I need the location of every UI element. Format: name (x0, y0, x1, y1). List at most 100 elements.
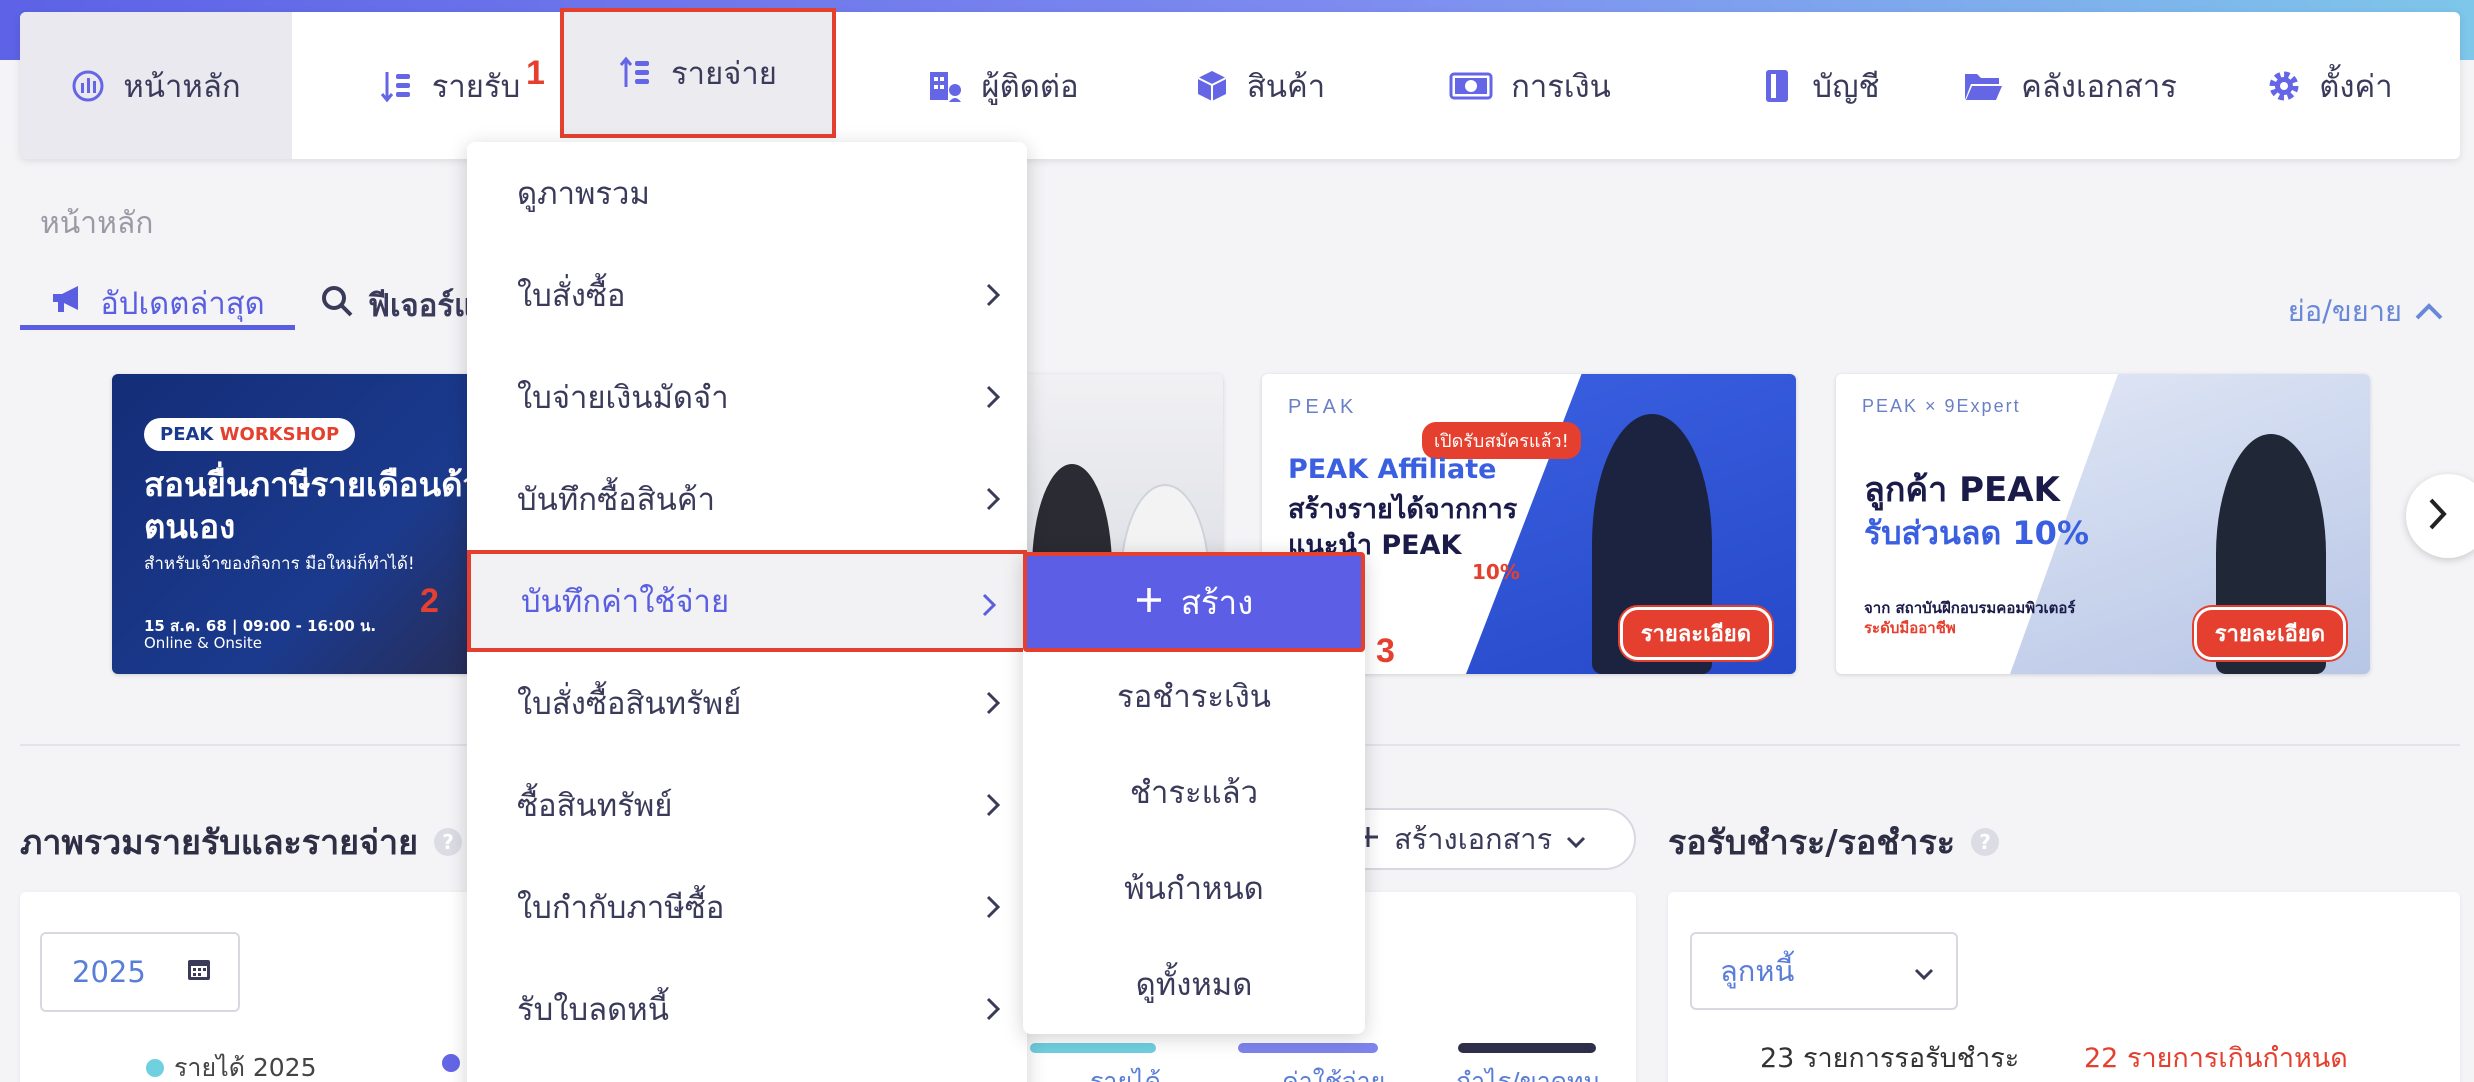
expert-sub2: ระดับมืออาชีพ (1864, 619, 1956, 637)
money-icon (1449, 69, 1493, 103)
legend-income-label: รายได้ 2025 (174, 1053, 317, 1082)
debtor-value: ลูกหนี้ (1720, 954, 1795, 988)
year-value: 2025 (72, 955, 146, 989)
help-icon[interactable]: ? (1971, 828, 2000, 856)
menu-item-label: ใบจ่ายเงินมัดจำ (517, 380, 729, 416)
chevron-right-icon (2428, 497, 2448, 535)
workshop-subtitle: สำหรับเจ้าของกิจการ มือใหม่ก็ทำได้! (144, 554, 415, 574)
overview-title-text: ภาพรวมรายรับและรายจ่าย (20, 823, 419, 863)
nav-income[interactable]: รายรับ (350, 12, 550, 159)
nav-contacts[interactable]: ผู้ติดต่อ (888, 12, 1118, 159)
submenu-awaiting-payment[interactable]: รอชำระเงิน (1023, 648, 1365, 744)
nav-accounting[interactable]: บัญชี (1720, 12, 1920, 159)
submenu-paid[interactable]: ชำระแล้ว (1023, 744, 1365, 840)
menu-item-purchase-record[interactable]: บันทึกซื้อสินค้า (467, 448, 1027, 550)
debtor-select[interactable]: ลูกหนี้ (1690, 932, 1958, 1010)
expense-dropdown-menu: ดูภาพรวม ใบสั่งซื้อ ใบจ่ายเงินมัดจำ บันท… (467, 142, 1027, 1082)
product-box-icon (1195, 69, 1229, 103)
chevron-right-icon (985, 688, 1001, 724)
step-marker-1: 1 (526, 54, 545, 92)
menu-item-label: รับใบลดหนี้ (517, 992, 669, 1028)
workshop-pill: PEAK WORKSHOP (144, 418, 356, 451)
menu-item-asset-purchase[interactable]: ซื้อสินทรัพย์ (467, 754, 1027, 856)
expert-detail-button[interactable]: รายละเอียด (2193, 607, 2346, 660)
nav-settings-label: ตั้งค่า (2319, 68, 2393, 105)
chevron-up-icon (2414, 294, 2444, 328)
chevron-down-icon (1566, 822, 1586, 856)
calendar-icon (186, 955, 212, 989)
menu-item-label: บันทึกซื้อสินค้า (517, 482, 715, 518)
nav-contacts-label: ผู้ติดต่อ (981, 68, 1079, 105)
menu-item-label: ใบสั่งซื้อสินทรัพย์ (517, 686, 742, 722)
menu-item-label: ใบกำกับภาษีซื้อ (517, 890, 725, 926)
workshop-mode: Online & Onsite (144, 634, 263, 652)
nav-home[interactable]: หน้าหลัก (20, 12, 292, 159)
nav-expense[interactable]: รายจ่าย (560, 8, 836, 138)
nav-finance[interactable]: การเงิน (1420, 12, 1640, 159)
dashboard-icon (71, 69, 105, 103)
step-marker-2: 2 (420, 582, 439, 620)
nav-products[interactable]: สินค้า (1170, 12, 1350, 159)
menu-item-purchase-order[interactable]: ใบสั่งซื้อ (467, 244, 1027, 346)
legend-dot-2 (442, 1054, 460, 1072)
nav-documents[interactable]: คลังเอกสาร (1940, 12, 2200, 159)
chevron-right-icon (985, 484, 1001, 520)
expert-discount: รับส่วนลด 10% (1864, 514, 2089, 552)
overview-title: ภาพรวมรายรับและรายจ่าย ? (20, 815, 463, 869)
create-button-label: สร้าง (1180, 582, 1254, 622)
chevron-right-icon (985, 280, 1001, 316)
create-document-button[interactable]: สร้างเอกสาร (1320, 808, 1636, 870)
expense-icon (619, 56, 653, 90)
nav-home-label: หน้าหลัก (123, 68, 241, 105)
chevron-right-icon (981, 590, 997, 626)
affiliate-percent: 10% (1472, 560, 1520, 584)
tab-features-label: ฟีเจอร์แ (368, 288, 474, 324)
plus-icon (1135, 583, 1163, 622)
contacts-icon (927, 68, 963, 104)
legend-income: รายได้ 2025 (146, 1048, 317, 1082)
main-nav: หน้าหลัก รายรับ รายจ่าย ผู้ติดต่อ สินค้า… (20, 8, 2460, 159)
year-picker[interactable]: 2025 (40, 932, 240, 1012)
nav-accounting-label: บัญชี (1812, 68, 1880, 105)
nav-expense-label: รายจ่าย (671, 56, 777, 92)
nav-settings[interactable]: ตั้งค่า (2220, 12, 2440, 159)
chevron-down-icon (1914, 954, 1934, 988)
nav-finance-label: การเงิน (1511, 68, 1611, 105)
tab-updates-label: อัปเดตล่าสุด (100, 285, 265, 322)
affiliate-detail-button[interactable]: รายละเอียด (1619, 607, 1772, 660)
menu-item-debit-note[interactable]: รับใบลดหนี้ (467, 958, 1027, 1060)
menu-item-overview[interactable]: ดูภาพรวม (467, 142, 1027, 244)
menu-item-expense-record[interactable]: บันทึกค่าใช้จ่าย (467, 550, 1027, 652)
step-marker-3: 3 (1376, 632, 1395, 670)
nav-products-label: สินค้า (1246, 68, 1326, 105)
peak-logo: PEAK (1288, 396, 1358, 418)
menu-item-label: บันทึกค่าใช้จ่าย (521, 584, 730, 620)
profit-bar-marker (1458, 1043, 1596, 1053)
peak-9expert-logo: PEAK × 9Expert (1862, 396, 2021, 416)
collapse-toggle[interactable]: ย่อ/ขยาย (2288, 288, 2444, 334)
affiliate-title: PEAK Affiliate (1288, 454, 1497, 485)
submenu-overdue[interactable]: พ้นกำหนด (1023, 840, 1365, 936)
income-bar-marker (1030, 1043, 1156, 1053)
menu-item-label: ใบสั่งซื้อ (517, 278, 626, 314)
help-icon[interactable]: ? (434, 828, 463, 856)
carousel-next-button[interactable] (2406, 474, 2474, 558)
tab-updates[interactable]: อัปเดตล่าสุด (20, 280, 295, 330)
chevron-right-icon (985, 892, 1001, 928)
income-bar-label: รายได้ (1090, 1067, 1161, 1082)
overdue-count[interactable]: 22 รายการเกินกำหนด (2084, 1036, 2348, 1079)
receivables-title-text: รอรับชำระ/รอชำระ (1668, 823, 1956, 863)
create-button[interactable]: สร้าง (1023, 552, 1365, 652)
workshop-pill-tag: WORKSHOP (219, 424, 340, 445)
menu-item-deposit-payment[interactable]: ใบจ่ายเงินมัดจำ (467, 346, 1027, 448)
pending-count[interactable]: 23 รายการรอรับชำระ (1760, 1036, 2019, 1079)
chevron-right-icon (985, 994, 1001, 1030)
submenu-view-all[interactable]: ดูทั้งหมด (1023, 936, 1365, 1032)
nav-income-label: รายรับ (431, 68, 521, 105)
menu-item-asset-po[interactable]: ใบสั่งซื้อสินทรัพย์ (467, 652, 1027, 754)
banner-9expert[interactable]: PEAK × 9Expert ลูกค้า PEAK รับส่วนลด 10%… (1836, 374, 2370, 674)
receivables-title: รอรับชำระ/รอชำระ ? (1668, 815, 2000, 869)
menu-item-purchase-tax-invoice[interactable]: ใบกำกับภาษีซื้อ (467, 856, 1027, 958)
tab-features[interactable]: ฟีเจอร์แ (320, 280, 474, 330)
breadcrumb: หน้าหลัก (40, 206, 154, 241)
